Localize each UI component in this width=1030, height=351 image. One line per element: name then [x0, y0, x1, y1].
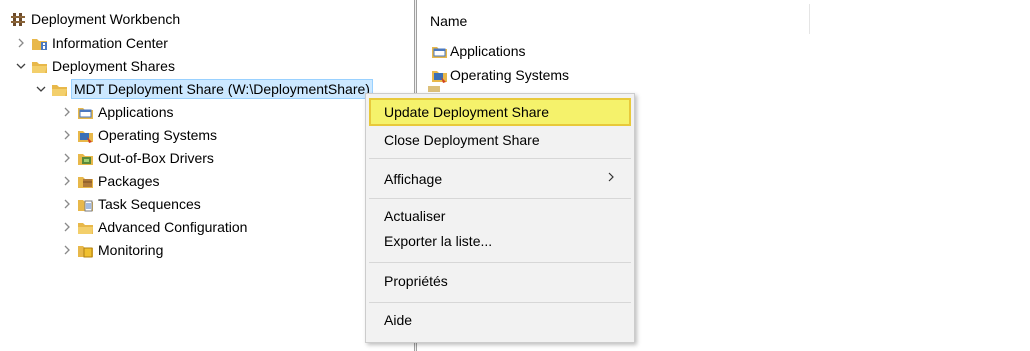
list-item-label: Applications	[450, 43, 526, 59]
tree-label-deployment-shares: Deployment Shares	[52, 58, 175, 74]
menu-item-label: Update Deployment Share	[384, 104, 549, 120]
tree-item-information-center[interactable]: Information Center	[14, 32, 168, 54]
operating-systems-folder-icon	[77, 127, 94, 144]
menu-item-close-deployment-share[interactable]: Close Deployment Share	[369, 126, 631, 154]
tree-label-monitoring: Monitoring	[98, 242, 164, 258]
chevron-right-icon	[607, 170, 615, 186]
chevron-right-icon[interactable]	[60, 239, 74, 261]
tree-pane: Deployment Workbench Information Center …	[0, 0, 414, 351]
tree-label-operating-systems: Operating Systems	[98, 127, 218, 143]
operating-systems-folder-icon	[431, 67, 448, 84]
tree-label-task-sequences: Task Sequences	[98, 196, 201, 212]
column-separator[interactable]	[809, 4, 810, 34]
tree-item-task-sequences[interactable]: Task Sequences	[60, 193, 201, 215]
tree-label-out-of-box-drivers: Out-of-Box Drivers	[98, 150, 214, 166]
monitoring-folder-icon	[77, 242, 94, 259]
chevron-right-icon[interactable]	[14, 32, 28, 54]
menu-item-label: Affichage	[384, 171, 443, 187]
chevron-down-icon[interactable]	[34, 78, 48, 100]
deployment-shares-folder-icon	[31, 58, 48, 75]
advanced-configuration-folder-icon	[77, 219, 94, 236]
tree-item-packages[interactable]: Packages	[60, 170, 159, 192]
menu-item-proprietes[interactable]: Propriétés	[369, 267, 631, 295]
tree-label-information-center: Information Center	[52, 35, 168, 51]
menu-item-label: Aide	[384, 312, 413, 328]
column-header-name[interactable]: Name	[430, 13, 467, 29]
menu-item-actualiser[interactable]: Actualiser	[369, 202, 631, 230]
menu-separator	[369, 262, 631, 263]
chevron-right-icon[interactable]	[60, 124, 74, 146]
menu-item-aide[interactable]: Aide	[369, 306, 631, 334]
menu-separator	[369, 158, 631, 159]
context-menu: Update Deployment Share Close Deployment…	[365, 93, 635, 343]
deployment-share-folder-icon	[51, 81, 68, 98]
tree-item-out-of-box-drivers[interactable]: Out-of-Box Drivers	[60, 147, 214, 169]
applications-folder-icon	[77, 104, 94, 121]
menu-item-update-deployment-share[interactable]: Update Deployment Share	[369, 98, 631, 126]
chevron-right-icon[interactable]	[60, 193, 74, 215]
packages-folder-icon	[77, 173, 94, 190]
chevron-right-icon[interactable]	[60, 170, 74, 192]
tree-item-advanced-configuration[interactable]: Advanced Configuration	[60, 216, 247, 238]
chevron-right-icon[interactable]	[60, 147, 74, 169]
chevron-right-icon[interactable]	[60, 101, 74, 123]
task-sequences-folder-icon	[77, 196, 94, 213]
tree-item-deployment-shares[interactable]: Deployment Shares	[14, 55, 175, 77]
tree-root-deployment-workbench[interactable]: Deployment Workbench	[10, 8, 180, 30]
menu-item-exporter-la-liste[interactable]: Exporter la liste...	[369, 227, 631, 255]
tree-label-applications: Applications	[98, 104, 174, 120]
menu-item-label: Exporter la liste...	[384, 233, 493, 249]
tree-label-mdt-deployment-share: MDT Deployment Share (W:\DeploymentShare…	[71, 79, 373, 99]
workbench-icon	[10, 11, 27, 28]
drivers-folder-icon	[77, 150, 94, 167]
chevron-right-icon[interactable]	[60, 216, 74, 238]
menu-item-label: Close Deployment Share	[384, 132, 540, 148]
menu-item-affichage[interactable]: Affichage	[369, 165, 631, 193]
menu-item-label: Propriétés	[384, 273, 448, 289]
list-item[interactable]: Applications	[431, 41, 526, 61]
list-item[interactable]: Operating Systems	[431, 65, 569, 85]
tree-item-applications[interactable]: Applications	[60, 101, 174, 123]
list-item-partial-folder-icon	[428, 86, 440, 92]
tree-root-label: Deployment Workbench	[31, 11, 181, 27]
tree-item-monitoring[interactable]: Monitoring	[60, 239, 163, 261]
tree-label-advanced-configuration: Advanced Configuration	[98, 219, 248, 235]
chevron-down-icon[interactable]	[14, 55, 28, 77]
tree-label-packages: Packages	[98, 173, 160, 189]
applications-folder-icon	[431, 43, 448, 60]
tree-item-mdt-deployment-share[interactable]: MDT Deployment Share (W:\DeploymentShare…	[34, 78, 373, 100]
information-center-folder-icon	[31, 35, 48, 52]
menu-separator	[369, 198, 631, 199]
tree-item-operating-systems[interactable]: Operating Systems	[60, 124, 217, 146]
list-item-label: Operating Systems	[450, 67, 570, 83]
menu-item-label: Actualiser	[384, 208, 446, 224]
menu-separator	[369, 302, 631, 303]
